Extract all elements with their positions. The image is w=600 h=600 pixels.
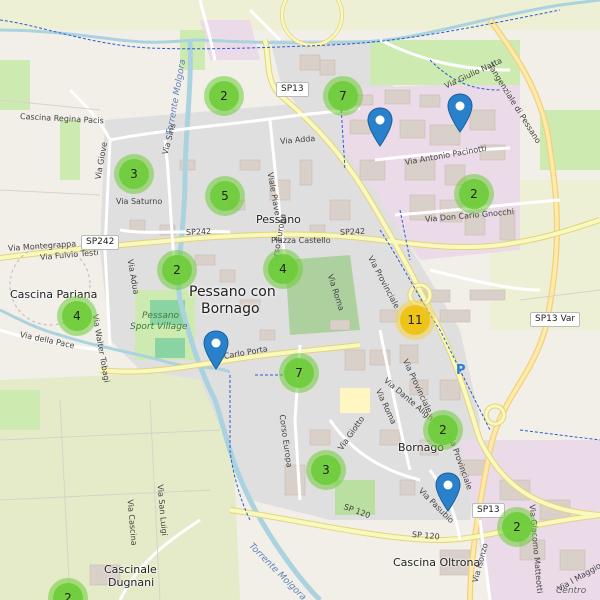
- label-sp242-b: SP242: [339, 226, 366, 237]
- cluster-count: 2: [162, 255, 192, 285]
- label-cascina-oltrona: Cascina Oltrona: [393, 556, 481, 569]
- label-sp242-a: SP242: [185, 226, 212, 237]
- map-marker-icon[interactable]: [203, 330, 229, 370]
- cluster-count: 3: [311, 455, 341, 485]
- label-pessano-con: Pessano con: [189, 284, 276, 300]
- marker-cluster[interactable]: 2: [423, 410, 463, 450]
- map-view[interactable]: Pessano con Bornago Pessano Bornago Casc…: [0, 0, 600, 600]
- cluster-count: 4: [62, 301, 92, 331]
- marker-cluster[interactable]: 2: [204, 76, 244, 116]
- cluster-count: 2: [53, 583, 83, 600]
- shield-sp13-top: SP13: [276, 82, 309, 97]
- cluster-count: 3: [119, 159, 149, 189]
- marker-cluster[interactable]: 4: [263, 249, 303, 289]
- cluster-count: 2: [502, 512, 532, 542]
- marker-cluster[interactable]: 2: [157, 250, 197, 290]
- cluster-count: 11: [400, 305, 430, 335]
- label-sport-village-1: Pessano: [142, 311, 180, 321]
- map-marker-icon[interactable]: [367, 107, 393, 147]
- cluster-count: 2: [428, 415, 458, 445]
- marker-cluster[interactable]: 5: [205, 176, 245, 216]
- label-dugnani: Dugnani: [108, 576, 155, 589]
- shield-sp13-var: SP13 Var: [530, 312, 581, 327]
- parking-icon: P: [456, 363, 466, 378]
- marker-cluster[interactable]: 4: [57, 296, 97, 336]
- marker-cluster[interactable]: 3: [306, 450, 346, 490]
- cluster-count: 5: [210, 181, 240, 211]
- map-marker-icon[interactable]: [435, 472, 461, 512]
- cluster-count: 2: [459, 179, 489, 209]
- label-sport-village-2: Sport Village: [130, 322, 188, 332]
- marker-cluster[interactable]: 2: [454, 174, 494, 214]
- marker-cluster[interactable]: 2: [497, 507, 537, 547]
- cluster-count: 7: [328, 81, 358, 111]
- label-via-saturno: Via Saturno: [116, 197, 163, 206]
- shield-sp242: SP242: [81, 235, 120, 250]
- map-marker-icon[interactable]: [447, 93, 473, 133]
- cluster-count: 4: [268, 254, 298, 284]
- marker-cluster[interactable]: 7: [279, 353, 319, 393]
- marker-cluster-large[interactable]: 11: [395, 300, 435, 340]
- marker-cluster[interactable]: 7: [323, 76, 363, 116]
- label-bornago-line: Bornago: [201, 301, 260, 317]
- cluster-count: 2: [209, 81, 239, 111]
- marker-cluster[interactable]: 3: [114, 154, 154, 194]
- label-cascinale: Cascinale: [104, 563, 157, 576]
- cluster-count: 7: [284, 358, 314, 388]
